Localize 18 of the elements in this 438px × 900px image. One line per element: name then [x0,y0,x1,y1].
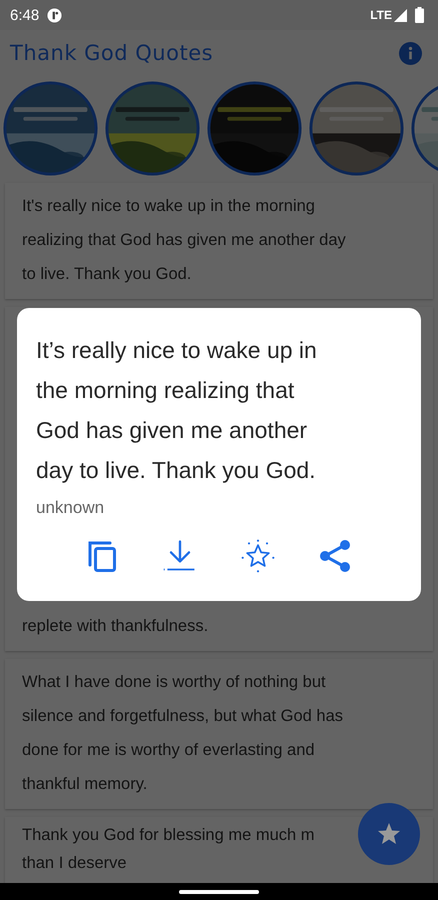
star-icon[interactable] [240,538,276,574]
status-time: 6:48 [10,6,40,24]
battery-icon [415,7,424,23]
quote-text: What I have done is worthy of nothing but silence and forgetfulness, but what God has done for me is worthy of everlasting and thankful memory. [22,672,344,795]
quote-author: unknown [36,498,104,518]
notification-icon [47,8,62,22]
signal-icon [394,8,407,22]
home-indicator[interactable] [179,890,259,894]
info-icon[interactable] [399,42,422,64]
quote-text: It’s really nice to wake up in the morning realizing that God has given me another day to live. Thank you God. [36,336,318,485]
favorites-button[interactable] [358,803,420,865]
quote-text: It's really nice to wake up in the morning realizing that God has given me another day to live. Thank you God. [22,196,346,285]
app-title: Thank God Quotes [10,41,214,65]
quote-card[interactable]: It's really nice to wake up in the morning realizing that God has given me another day to live. Thank you God. [5,183,433,299]
network-label: LTE [370,8,392,22]
quote-card[interactable]: What I have done is worthy of nothing but silence and forgetfulness, but what God has done for me is worthy of everlasting and thankful memory. [5,659,433,809]
quote-text: replete with thankfulness. [22,616,208,637]
quote-text: Thank you God for blessing me much m than I deserve [22,825,315,874]
